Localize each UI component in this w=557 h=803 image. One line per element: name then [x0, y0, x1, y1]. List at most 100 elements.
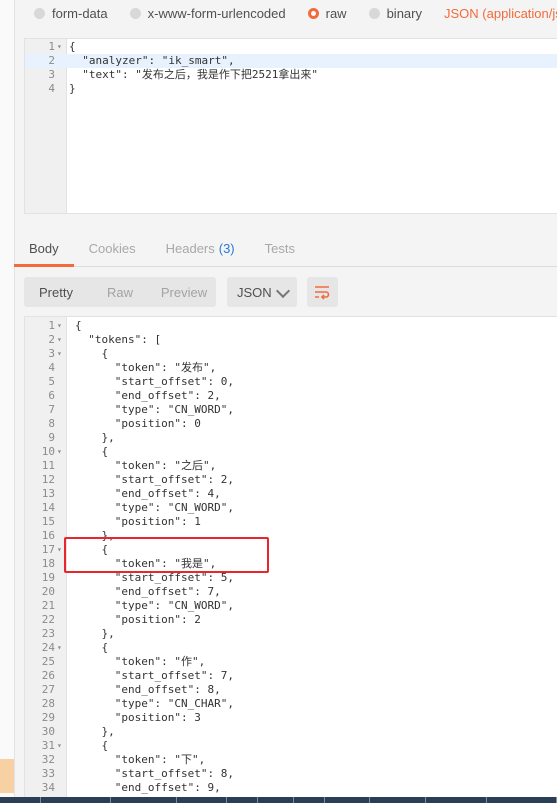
taskbar-segment[interactable] — [227, 797, 259, 803]
radio-label: x-www-form-urlencoded — [147, 6, 286, 21]
code-line: 27 "end_offset": 8, — [25, 683, 557, 697]
code-line: 29 "position": 3 — [25, 711, 557, 725]
radio-indicator — [129, 8, 141, 19]
line-number: 12 — [41, 473, 55, 486]
taskbar-segment[interactable] — [258, 797, 294, 803]
code-text: { — [75, 319, 82, 332]
line-number: 25 — [41, 655, 55, 668]
code-text: "end_offset": 7, — [75, 585, 221, 598]
radio-indicator — [368, 8, 380, 19]
line-number: 31 — [41, 739, 55, 752]
code-line: 12 "start_offset": 2, — [25, 473, 557, 487]
line-number: 7 — [48, 403, 55, 416]
radio-label: binary — [386, 6, 422, 21]
code-line: 31 ▾ { — [25, 739, 557, 753]
code-text: { — [75, 641, 109, 654]
radio-raw[interactable]: raw — [307, 6, 347, 21]
line-number: 29 — [41, 711, 55, 724]
taskbar-segment[interactable] — [41, 797, 112, 803]
tab-cookies[interactable]: Cookies — [74, 231, 151, 266]
fold-toggle-icon[interactable]: ▾ — [57, 641, 62, 655]
response-tabs: Body Cookies Headers (3) Tests — [14, 231, 557, 267]
code-line: 19 "start_offset": 5, — [25, 571, 557, 585]
line-number: 3 — [48, 347, 55, 360]
radio-x-www-form-urlencoded[interactable]: x-www-form-urlencoded — [129, 6, 286, 21]
code-text: "token": "下", — [75, 753, 206, 766]
taskbar-segment[interactable] — [426, 797, 487, 803]
code-line: 32 "token": "下", — [25, 753, 557, 767]
fold-toggle-icon[interactable]: ▾ — [57, 739, 62, 753]
line-number: 15 — [41, 515, 55, 528]
fold-toggle-icon[interactable]: ▾ — [57, 543, 62, 557]
tab-label: Tests — [264, 241, 295, 256]
code-text: { — [75, 739, 109, 752]
code-text: }, — [75, 431, 115, 444]
radio-form-data[interactable]: form-data — [34, 6, 108, 21]
format-dropdown[interactable]: JSON — [227, 277, 297, 307]
taskbar-segment[interactable] — [0, 797, 41, 803]
code-line: 34 "end_offset": 9, — [25, 781, 557, 795]
code-line: 15 "position": 1 — [25, 515, 557, 529]
taskbar-segment[interactable] — [294, 797, 325, 803]
view-mode-raw[interactable]: Raw — [88, 285, 152, 300]
request-body-editor[interactable]: 1 ▾{2 "analyzer": "ik_smart", 3 "text": "发… — [24, 38, 557, 214]
line-number: 26 — [41, 669, 55, 682]
tab-body[interactable]: Body — [14, 231, 74, 267]
line-number: 30 — [41, 725, 55, 738]
line-number: 2 — [48, 333, 55, 346]
code-line: 13 "end_offset": 4, — [25, 487, 557, 501]
code-line: 9 }, — [25, 431, 557, 445]
code-line: 1 ▾ { — [25, 40, 557, 54]
code-line: 30 }, — [25, 725, 557, 739]
annotation-highlight-box — [64, 537, 269, 573]
code-text: "position": 1 — [75, 515, 201, 528]
line-number: 18 — [41, 557, 55, 570]
code-line: 22 "position": 2 — [25, 613, 557, 627]
line-number: 13 — [41, 487, 55, 500]
code-line: 6 "end_offset": 2, — [25, 389, 557, 403]
code-line: 1 ▾ { — [25, 319, 557, 333]
tab-headers[interactable]: Headers (3) — [151, 231, 250, 266]
line-number: 33 — [41, 767, 55, 780]
code-text: "start_offset": 7, — [75, 669, 234, 682]
line-number: 8 — [48, 417, 55, 430]
code-text: { — [75, 347, 109, 360]
fold-toggle-icon[interactable]: ▾ — [57, 347, 62, 361]
format-label: JSON — [237, 284, 272, 300]
taskbar-segment[interactable] — [325, 797, 371, 803]
taskbar-segment[interactable] — [177, 797, 228, 803]
tab-tests[interactable]: Tests — [250, 231, 310, 266]
wrap-lines-button[interactable] — [307, 277, 338, 307]
line-number: 34 — [41, 781, 55, 794]
line-number: 14 — [41, 501, 55, 514]
radio-indicator-selected — [307, 8, 319, 19]
view-mode-preview[interactable]: Preview — [152, 285, 216, 300]
code-text: } — [69, 82, 76, 95]
fold-toggle-icon[interactable]: ▾ — [57, 445, 62, 459]
radio-label: form-data — [52, 6, 108, 21]
taskbar-segment[interactable] — [370, 797, 426, 803]
content-type-dropdown[interactable]: JSON (application/json — [444, 6, 557, 21]
line-number: 4 — [48, 361, 55, 374]
code-text: "start_offset": 8, — [75, 767, 234, 780]
code-line: 7 "type": "CN_WORD", — [25, 403, 557, 417]
code-text: { — [75, 445, 109, 458]
chevron-down-icon — [275, 283, 291, 299]
taskbar-segment[interactable] — [487, 797, 557, 803]
fold-toggle-icon[interactable]: ▾ — [57, 40, 62, 54]
code-text: "start_offset": 5, — [75, 571, 234, 584]
code-text: "position": 0 — [75, 417, 201, 430]
radio-binary[interactable]: binary — [368, 6, 422, 21]
fold-toggle-icon[interactable]: ▾ — [57, 319, 62, 333]
view-mode-pretty[interactable]: Pretty — [24, 285, 88, 300]
fold-toggle-icon[interactable]: ▾ — [57, 333, 62, 347]
line-number: 19 — [41, 571, 55, 584]
view-mode-toggle: Pretty Raw Preview — [24, 277, 216, 307]
line-number: 1 — [48, 40, 55, 53]
code-text: "end_offset": 9, — [75, 781, 221, 794]
line-number: 4 — [48, 82, 55, 95]
sidebar-indicator — [0, 759, 14, 793]
code-line: 24 ▾ { — [25, 641, 557, 655]
code-line: 14 "type": "CN_WORD", — [25, 501, 557, 515]
taskbar-segment[interactable] — [111, 797, 177, 803]
